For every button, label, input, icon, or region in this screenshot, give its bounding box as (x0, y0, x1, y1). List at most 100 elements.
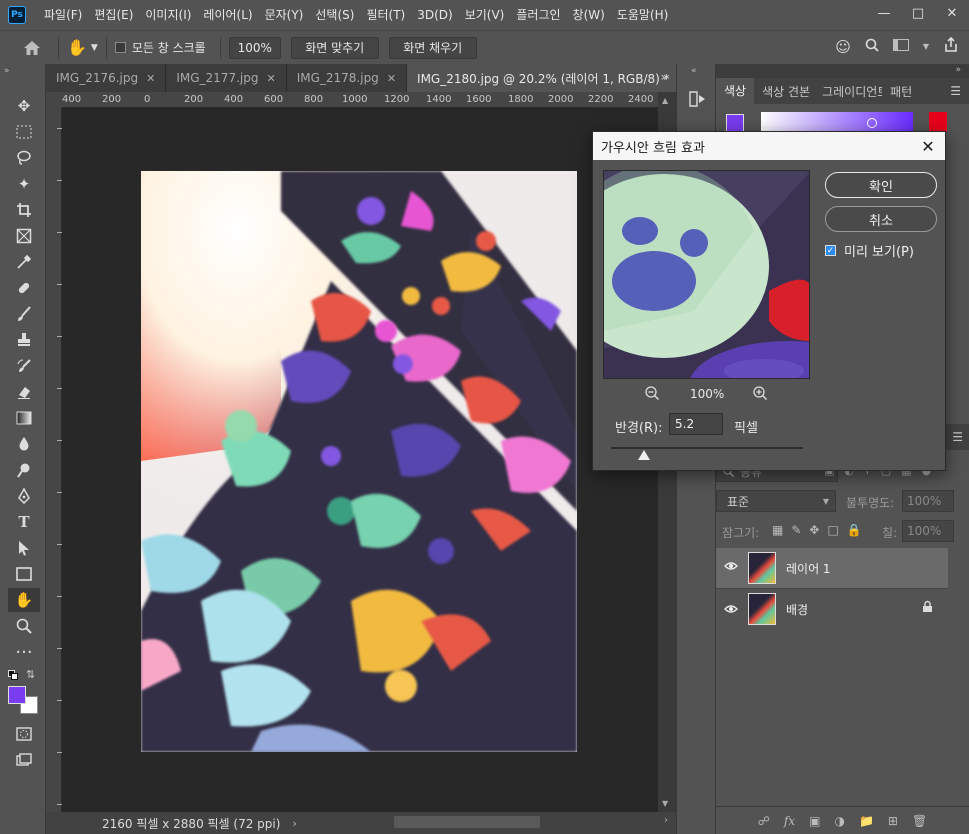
color-picker-marker[interactable] (867, 118, 877, 128)
eye-icon[interactable] (724, 560, 738, 574)
history-brush-tool-icon[interactable] (8, 354, 40, 378)
hand-tool-icon[interactable]: ✋ (8, 588, 40, 612)
fit-screen-button[interactable]: 화면 맞추기 (290, 36, 379, 59)
fx-icon[interactable]: fx (784, 814, 795, 828)
brush-tool-icon[interactable] (8, 302, 40, 326)
tab-overflow-icon[interactable]: » (661, 70, 668, 84)
lock-transparent-icon[interactable]: ▦ (772, 523, 783, 537)
layer-row-layer1[interactable]: 레이어 1 (716, 548, 948, 588)
hand-tool-preset-icon[interactable]: ✋ ▼ (67, 38, 98, 57)
lasso-tool-icon[interactable] (8, 146, 40, 170)
eraser-tool-icon[interactable] (8, 380, 40, 404)
menu-plugins[interactable]: 플러그인 (510, 0, 566, 30)
dodge-tool-icon[interactable] (8, 458, 40, 482)
radius-slider-thumb[interactable] (637, 450, 650, 460)
screen-mode-icon[interactable] (8, 748, 40, 772)
blur-tool-icon[interactable] (8, 432, 40, 456)
panel-menu-icon[interactable]: ☰ (950, 84, 961, 98)
lock-move-icon[interactable]: ✥ (809, 523, 819, 537)
scroll-down-icon[interactable]: ▼ (662, 799, 668, 808)
zoom-in-icon[interactable] (753, 386, 768, 403)
tab-patterns[interactable]: 패턴 (882, 78, 920, 104)
tab-img-2177[interactable]: IMG_2177.jpg ✕ (166, 64, 287, 92)
new-layer-icon[interactable]: ⊞ (888, 814, 898, 828)
share-icon[interactable] (943, 36, 959, 56)
close-tab-icon[interactable]: ✕ (146, 72, 155, 85)
maximize-icon[interactable]: □ (901, 2, 935, 24)
gradient-tool-icon[interactable] (8, 406, 40, 430)
tab-gradients[interactable]: 그레이디언트 (818, 78, 882, 104)
search-icon[interactable] (865, 38, 879, 55)
marquee-tool-icon[interactable] (8, 120, 40, 144)
preview-checkbox-row[interactable]: ✓ 미리 보기(P) (825, 241, 914, 260)
menu-view[interactable]: 보기(V) (459, 0, 511, 30)
menu-window[interactable]: 창(W) (567, 0, 611, 30)
tab-color[interactable]: 색상 (716, 78, 755, 104)
ok-button[interactable]: 확인 (825, 172, 937, 198)
lock-brush-icon[interactable]: ✎ (791, 523, 801, 537)
status-expand-icon[interactable]: › (292, 817, 296, 830)
close-tab-icon[interactable]: ✕ (387, 72, 396, 85)
collapse-icon[interactable]: « (691, 66, 697, 76)
lock-artboard-icon[interactable]: □ (827, 523, 838, 537)
blur-preview[interactable] (603, 170, 810, 379)
magic-wand-tool-icon[interactable]: ✦ (8, 172, 40, 196)
opacity-input[interactable]: 100% (902, 490, 954, 512)
path-selection-tool-icon[interactable] (8, 536, 40, 560)
new-group-icon[interactable]: 📁 (859, 814, 874, 828)
user-help-icon[interactable]: ☺ (835, 38, 851, 56)
panel-menu-icon[interactable]: ☰ (952, 430, 963, 444)
adjustment-layer-icon[interactable]: ◑ (834, 814, 844, 828)
menu-layer[interactable]: 레이어(L) (197, 0, 258, 30)
type-tool-icon[interactable]: T (8, 510, 40, 534)
cancel-button[interactable]: 취소 (825, 206, 937, 232)
menu-type[interactable]: 문자(Y) (259, 0, 310, 30)
menu-filter[interactable]: 필터(T) (360, 0, 411, 30)
default-colors-icon[interactable] (8, 670, 18, 680)
crop-tool-icon[interactable] (8, 198, 40, 222)
document-canvas[interactable] (62, 108, 658, 812)
close-window-icon[interactable]: ✕ (935, 2, 969, 24)
rectangle-tool-icon[interactable] (8, 562, 40, 586)
horizontal-scroll-thumb[interactable] (394, 816, 540, 828)
zoom-100-button[interactable]: 100% (228, 36, 281, 59)
menu-help[interactable]: 도움말(H) (611, 0, 675, 30)
quick-mask-icon[interactable] (8, 722, 40, 746)
collapse-icon[interactable]: » (4, 66, 10, 76)
tab-img-2178[interactable]: IMG_2178.jpg ✕ (287, 64, 408, 92)
blend-mode-select[interactable]: 표준 ▼ (716, 490, 836, 512)
tab-swatches[interactable]: 색상 견본 (754, 78, 818, 104)
color-field[interactable] (761, 112, 913, 132)
scroll-all-checkbox[interactable]: 모든 창 스크롤 (114, 39, 206, 56)
radius-input[interactable]: 5.2 (669, 413, 723, 435)
hue-slider[interactable] (929, 112, 947, 132)
menu-image[interactable]: 이미지(I) (139, 0, 197, 30)
collapse-icon[interactable]: » (955, 65, 961, 75)
swap-colors-icon[interactable]: ⇅ (26, 668, 35, 681)
close-icon[interactable]: ✕ (917, 135, 939, 157)
menu-edit[interactable]: 편집(E) (88, 0, 139, 30)
foreground-color-swatch[interactable] (8, 686, 26, 704)
foreground-color-swatch[interactable] (726, 114, 744, 132)
more-tools-icon[interactable]: ··· (8, 640, 40, 664)
fill-screen-button[interactable]: 화면 채우기 (388, 36, 477, 59)
layer-row-background[interactable]: 배경 (716, 588, 948, 628)
zoom-tool-icon[interactable] (8, 614, 40, 638)
workspace-dropdown-icon[interactable]: ▼ (923, 42, 929, 51)
link-layers-icon[interactable]: ☍ (758, 814, 770, 828)
workspace-icon[interactable] (892, 39, 909, 54)
fill-input[interactable]: 100% (902, 520, 954, 542)
minimize-icon[interactable]: — (867, 2, 901, 24)
history-panel-icon[interactable] (687, 90, 707, 111)
eye-icon[interactable] (724, 603, 738, 617)
menu-3d[interactable]: 3D(D) (411, 0, 458, 30)
tab-img-2176[interactable]: IMG_2176.jpg ✕ (46, 64, 167, 92)
tab-img-2180[interactable]: IMG_2180.jpg @ 20.2% (레이어 1, RGB/8) *✕ (407, 64, 698, 92)
menu-select[interactable]: 선택(S) (309, 0, 360, 30)
menu-file[interactable]: 파일(F) (38, 0, 88, 30)
healing-brush-tool-icon[interactable] (8, 276, 40, 300)
checkbox-checked-icon[interactable]: ✓ (825, 245, 836, 256)
eyedropper-tool-icon[interactable] (8, 250, 40, 274)
zoom-out-icon[interactable] (645, 386, 660, 403)
move-tool-icon[interactable]: ✥ (8, 94, 40, 118)
